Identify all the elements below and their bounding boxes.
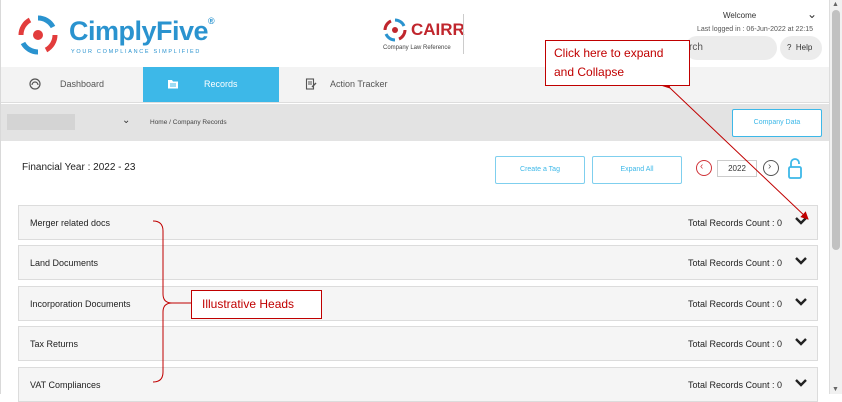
welcome-text: Welcome [723,11,757,20]
vertical-scrollbar[interactable]: ▲ ▼ [829,0,842,394]
company-data-label: Company Data [753,119,801,126]
cimplyfive-logo-icon [18,15,58,55]
lock-icon[interactable] [788,157,802,179]
callout-heads-text: Illustrative Heads [202,297,295,311]
cairr-name: CAIRR [411,20,465,39]
previous-year-button[interactable]: ‹ [696,160,712,176]
records-toolbar: ⌄ Home / Company Records Company Data [1,104,831,141]
record-head-count: Total Records Count : 0 [688,258,783,268]
callout-line-2: and Collapse [554,65,625,79]
help-label: Help [795,43,813,52]
scroll-thumb[interactable] [832,10,840,250]
record-head-count: Total Records Count : 0 [688,339,783,349]
brand-tagline: YOUR COMPLIANCE SIMPLIFIED [71,49,202,55]
app-window: CimplyFive® YOUR COMPLIANCE SIMPLIFIED C… [0,0,831,402]
year-field[interactable]: 2022 [717,160,757,177]
chevron-down-icon[interactable] [794,336,808,348]
chevron-down-icon[interactable] [794,377,808,389]
year-value: 2022 [728,164,746,173]
create-tag-label: Create a Tag [520,166,560,173]
tab-dashboard-label: Dashboard [60,79,105,89]
cairr-subtitle: Company Law Reference [383,45,451,51]
chevron-down-icon[interactable] [794,255,808,267]
financial-year-label: Financial Year : 2022 - 23 [22,162,136,173]
chevron-right-icon: › [768,161,772,172]
expand-collapse-callout: Click here to expand and Collapse [545,40,690,86]
create-tag-button[interactable]: Create a Tag [495,156,585,184]
tab-records-label: Records [204,79,238,89]
help-button[interactable]: ? Help [780,36,822,60]
expand-all-button[interactable]: Expand All [592,156,682,184]
company-select[interactable] [7,114,75,130]
company-data-button[interactable]: Company Data [732,109,822,137]
user-menu-chevron-icon[interactable]: ⌄ [807,7,817,21]
record-head-row[interactable]: Merger related docs Total Records Count … [18,205,818,240]
record-head-row[interactable]: Tax Returns Total Records Count : 0 [18,326,818,361]
brand-name: CimplyFive® [69,16,215,46]
record-head-row[interactable]: Incorporation Documents Total Records Co… [18,286,818,321]
chevron-down-icon[interactable] [794,215,808,227]
illustrative-heads-callout: Illustrative Heads [191,290,322,319]
tab-action-tracker[interactable]: Action Tracker [280,67,416,102]
chevron-down-icon[interactable] [794,296,808,308]
scroll-down-arrow-icon[interactable]: ▼ [832,386,839,393]
header-divider [463,14,464,54]
record-head-row[interactable]: Land Documents Total Records Count : 0 [18,245,818,280]
callout-line-1: Click here to expand [554,46,664,60]
record-head-name: Tax Returns [30,339,79,349]
record-head-name: Incorporation Documents [30,299,131,309]
chevron-left-icon: ‹ [700,161,704,172]
search-input-text: rch [689,42,703,53]
tab-dashboard[interactable]: Dashboard [1,67,142,102]
tab-records[interactable]: Records [143,67,279,102]
breadcrumb: Home / Company Records [150,119,227,126]
record-head-count: Total Records Count : 0 [688,218,783,228]
cairr-logo-icon [383,18,407,42]
record-head-count: Total Records Count : 0 [688,380,783,390]
record-head-name: Merger related docs [30,218,111,228]
action-tracker-icon [305,78,317,90]
dashboard-icon [29,78,41,90]
company-select-chevron-icon[interactable]: ⌄ [122,115,130,126]
record-head-name: VAT Compliances [30,380,101,390]
folder-icon [168,80,178,89]
help-icon: ? [787,43,792,52]
record-head-name: Land Documents [30,258,99,268]
next-year-button[interactable]: › [763,160,779,176]
main-nav: Dashboard Records Action Tracker [1,67,831,103]
search-input[interactable]: rch [685,36,777,60]
scroll-up-arrow-icon[interactable]: ▲ [832,1,839,8]
record-head-row[interactable]: VAT Compliances Total Records Count : 0 [18,367,818,402]
last-login-text: Last logged in : 06-Jun-2022 at 22:15 [697,26,813,33]
cairr-logo[interactable]: CAIRR Company Law Reference [383,18,465,54]
record-head-count: Total Records Count : 0 [688,299,783,309]
expand-all-label: Expand All [620,166,654,173]
tab-action-tracker-label: Action Tracker [330,79,388,89]
